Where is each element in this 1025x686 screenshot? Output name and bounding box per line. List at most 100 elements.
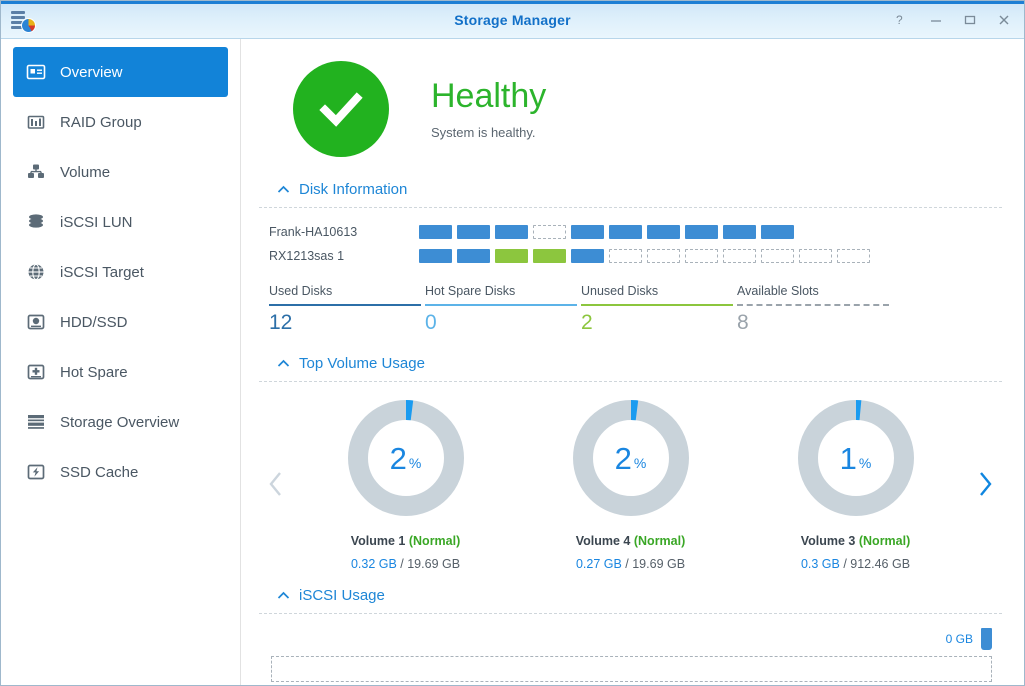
disk-slot[interactable]: [609, 225, 642, 239]
iscsi-usage-header[interactable]: iSCSI Usage: [259, 587, 1002, 604]
disk-slot[interactable]: [799, 249, 832, 263]
disk-slot[interactable]: [495, 225, 528, 239]
volume-size: 0.3 GB / 912.46 GB: [751, 557, 961, 571]
sidebar-item-iscsi-lun[interactable]: iSCSI LUN: [13, 197, 228, 247]
stat-value: 12: [269, 311, 293, 334]
disk-slot[interactable]: [723, 225, 756, 239]
disk-slot[interactable]: [685, 249, 718, 263]
percent-symbol: %: [633, 455, 647, 471]
stat-unused-disks: Unused Disks 2: [581, 284, 737, 335]
sidebar-item-raid-group[interactable]: RAID Group: [13, 97, 228, 147]
disk-slot[interactable]: [761, 225, 794, 239]
volume-name-text: Volume 1: [350, 534, 406, 548]
volume-name: Volume 3 (Normal): [751, 534, 961, 548]
disk-information-header[interactable]: Disk Information: [259, 181, 1002, 198]
stat-label: Unused Disks: [581, 284, 659, 298]
stat-label: Available Slots: [737, 284, 819, 298]
enclosure-row: Frank-HA10613: [259, 220, 1002, 244]
chevron-up-icon: [277, 181, 290, 198]
disk-slot[interactable]: [457, 249, 490, 263]
storage-overview-icon: [25, 411, 47, 433]
volume-carousel: 2 % Volume 1 (Normal) 0.32 GB / 19.69 GB: [259, 382, 1002, 575]
iscsi-capacity-row: 0 GB: [259, 628, 1002, 650]
disk-slot[interactable]: [419, 249, 452, 263]
close-button[interactable]: [995, 11, 1012, 28]
volume-card[interactable]: 1 % Volume 3 (Normal) 0.3 GB / 912.46 GB: [751, 396, 961, 571]
window-title: Storage Manager: [454, 11, 571, 28]
volume-used: 0.27 GB: [575, 557, 622, 571]
volume-name-text: Volume 3: [800, 534, 856, 548]
disk-slots: [419, 249, 870, 263]
hot-spare-icon: [25, 361, 47, 383]
volume-percent: 1: [839, 440, 857, 476]
volume-usage-donut: 2 %: [569, 396, 693, 520]
stat-label: Used Disks: [269, 284, 333, 298]
window-controls: ?: [893, 11, 1012, 28]
disk-slot[interactable]: [495, 249, 528, 263]
disk-slot[interactable]: [647, 249, 680, 263]
ssd-cache-icon: [25, 461, 47, 483]
volume-percent: 2: [389, 440, 407, 476]
disk-slot[interactable]: [571, 249, 604, 263]
chevron-up-icon: [277, 587, 290, 604]
chevron-right-icon[interactable]: [968, 404, 1002, 564]
check-circle-icon: [293, 61, 389, 157]
volume-total: 912.46 GB: [850, 557, 911, 571]
disk-slot[interactable]: [419, 225, 452, 239]
volume-name-text: Volume 4: [575, 534, 631, 548]
stat-label: Hot Spare Disks: [425, 284, 516, 298]
top-volume-usage-header[interactable]: Top Volume Usage: [259, 355, 1002, 372]
main-content: Healthy System is healthy. Disk Informat…: [241, 39, 1024, 685]
section-title: Top Volume Usage: [299, 355, 425, 372]
enclosure-label: Frank-HA10613: [269, 225, 358, 239]
minimize-button[interactable]: [927, 11, 944, 28]
sidebar-item-storage-overview[interactable]: Storage Overview: [13, 397, 228, 447]
disk-slot[interactable]: [837, 249, 870, 263]
disk-slots: [419, 225, 794, 239]
sidebar-item-hot-spare[interactable]: Hot Spare: [13, 347, 228, 397]
sidebar-item-hdd-ssd[interactable]: HDD/SSD: [13, 297, 228, 347]
sidebar-item-label: Overview: [60, 63, 123, 81]
disk-slot[interactable]: [685, 225, 718, 239]
disk-slot[interactable]: [609, 249, 642, 263]
disk-slot[interactable]: [723, 249, 756, 263]
disk-slot[interactable]: [571, 225, 604, 239]
stat-value: 8: [737, 311, 749, 334]
volume-size: 0.27 GB / 19.69 GB: [526, 557, 736, 571]
top-volume-usage-section: Top Volume Usage 2 % Volume 1 (Normal) 0…: [259, 355, 1002, 575]
sidebar-item-overview[interactable]: Overview: [13, 47, 228, 97]
stat-hot-spare-disks: Hot Spare Disks 0: [425, 284, 581, 335]
sidebar-item-label: iSCSI Target: [60, 263, 144, 281]
percent-symbol: %: [408, 455, 422, 471]
sidebar-item-label: SSD Cache: [60, 463, 139, 481]
disk-slot[interactable]: [533, 225, 566, 239]
iscsi-target-icon: [25, 261, 47, 283]
chevron-left-icon[interactable]: [259, 404, 293, 564]
disk-slot[interactable]: [761, 249, 794, 263]
disk-information-section: Disk Information Frank-HA10613 RX1213sas…: [259, 181, 1002, 335]
stat-value: 2: [581, 311, 593, 334]
volume-total: 19.69 GB: [632, 557, 686, 571]
sidebar-item-volume[interactable]: Volume: [13, 147, 228, 197]
sidebar-item-label: RAID Group: [60, 113, 142, 131]
svg-text:?: ?: [896, 13, 903, 27]
volume-card[interactable]: 2 % Volume 4 (Normal) 0.27 GB / 19.69 GB: [526, 396, 736, 571]
volume-separator: /: [396, 557, 408, 571]
maximize-button[interactable]: [961, 11, 978, 28]
volume-card[interactable]: 2 % Volume 1 (Normal) 0.32 GB / 19.69 GB: [301, 396, 511, 571]
volume-usage-donut: 1 %: [794, 396, 918, 520]
enclosure-list: Frank-HA10613 RX1213sas 1: [259, 208, 1002, 268]
overview-icon: [25, 61, 47, 83]
disk-slot[interactable]: [533, 249, 566, 263]
raid-group-icon: [25, 111, 47, 133]
volume-usage-donut: 2 %: [344, 396, 468, 520]
sidebar-item-iscsi-target[interactable]: iSCSI Target: [13, 247, 228, 297]
section-title: iSCSI Usage: [299, 587, 385, 604]
disk-slot[interactable]: [647, 225, 680, 239]
sidebar-item-ssd-cache[interactable]: SSD Cache: [13, 447, 228, 497]
iscsi-capacity-label: 0 GB: [945, 632, 973, 646]
disk-slot[interactable]: [457, 225, 490, 239]
stat-available-slots: Available Slots 8: [737, 284, 893, 335]
help-button[interactable]: ?: [893, 11, 910, 28]
sidebar-item-label: Hot Spare: [60, 363, 128, 381]
